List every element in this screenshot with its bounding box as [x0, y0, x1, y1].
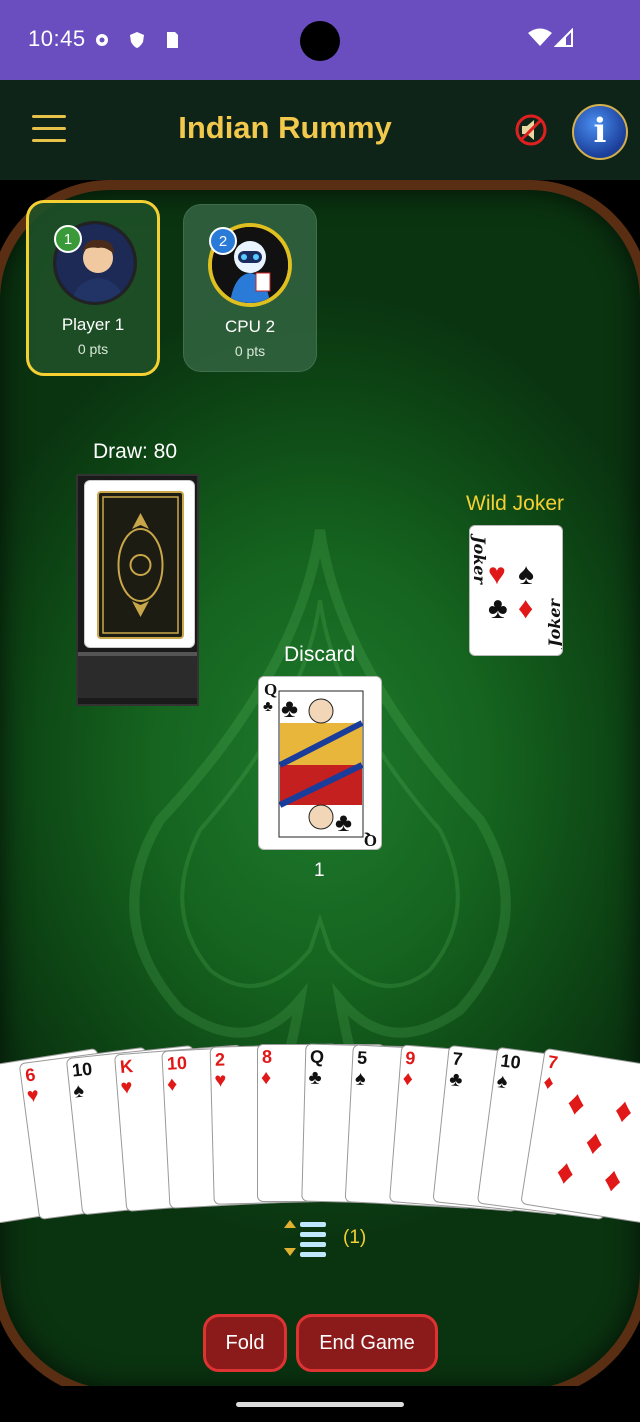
shield-icon — [130, 32, 144, 48]
draw-pile-top-card[interactable] — [84, 480, 195, 648]
discard-pile-label: Discard — [284, 643, 356, 666]
player-hand: 4♥6♥10♠K♥10♦2♥8♦Q♣5♠9♦7♣10♠7♦♦♦♦♦♦ — [0, 1020, 640, 1224]
svg-text:♥: ♥ — [488, 558, 506, 591]
sort-count: (1) — [343, 1227, 367, 1248]
hand-card-suit: ♥ — [213, 1069, 227, 1093]
hand-card-suit: ♠ — [495, 1069, 509, 1093]
player-panel-2[interactable]: 2 CPU 2 0 pts — [183, 204, 317, 372]
hand-card-suit: ♦ — [401, 1067, 414, 1091]
hand-card-suit: ♣ — [307, 1066, 322, 1090]
hand-card-rank: Q — [309, 1046, 324, 1068]
sound-muted-icon[interactable] — [514, 113, 548, 147]
hand-card-pip: ♦ — [553, 1152, 577, 1193]
settings-icon — [96, 34, 108, 46]
info-icon: i — [593, 111, 607, 151]
hand-card-suit: ♦ — [261, 1067, 272, 1089]
draw-pile-label: Draw: 80 — [93, 440, 178, 463]
cpu-2-seat-badge: 2 — [209, 227, 237, 255]
discard-pile-top-card[interactable]: Q ♣ ♣ ♣ Q — [258, 676, 382, 850]
svg-text:♣: ♣ — [263, 698, 273, 715]
svg-text:Q: Q — [364, 831, 377, 850]
hand-card-rank: 6 — [23, 1064, 37, 1086]
home-gesture-handle[interactable] — [236, 1402, 404, 1407]
hand-card-suit: ♠ — [72, 1079, 86, 1103]
hand-card-suit: ♠ — [354, 1067, 367, 1090]
player-1-seat-badge: 1 — [54, 225, 82, 253]
fold-button[interactable]: Fold — [203, 1314, 287, 1372]
draw-pile[interactable] — [76, 474, 199, 706]
svg-text:Joker: Joker — [545, 597, 563, 650]
svg-text:♣: ♣ — [281, 693, 298, 723]
app-title: Indian Rummy — [178, 110, 392, 145]
wild-joker-card: Joker Joker ♥ ♠ ♣ ♦ — [469, 525, 563, 656]
hand-card-pip: ♦ — [564, 1083, 588, 1124]
hand-card-rank: 7 — [451, 1048, 464, 1070]
hand-card-rank: 10 — [166, 1052, 188, 1074]
status-bar: 10:45 — [0, 0, 640, 80]
camera-cutout — [300, 21, 340, 61]
svg-text:♣: ♣ — [335, 807, 352, 837]
cpu-2-name: CPU 2 — [224, 317, 276, 336]
navigation-bar — [0, 1386, 640, 1422]
hand-card-suit: ♥ — [119, 1076, 133, 1100]
hand-card-rank: 5 — [356, 1047, 368, 1068]
wild-joker-label: Wild Joker — [466, 492, 565, 515]
hand-card-rank: 2 — [214, 1049, 225, 1071]
end-game-button[interactable]: End Game — [296, 1314, 438, 1372]
cellular-signal-icon — [554, 28, 573, 47]
svg-text:♣: ♣ — [488, 592, 508, 625]
player-1-name: Player 1 — [61, 315, 125, 334]
hand-card-rank: 8 — [262, 1047, 273, 1067]
sim-card-icon — [167, 32, 178, 48]
hand-card-pip: ♦ — [612, 1090, 636, 1132]
cpu-2-points: 0 pts — [234, 343, 266, 359]
wifi-icon — [528, 28, 552, 46]
sort-hand-button[interactable] — [282, 1218, 328, 1258]
draw-pile-stand — [78, 652, 197, 698]
info-button[interactable]: i — [572, 104, 628, 160]
svg-text:♠: ♠ — [518, 558, 534, 591]
svg-text:♦: ♦ — [518, 592, 533, 625]
hand-card-pip: ♦ — [582, 1122, 606, 1163]
discard-card-rank: Q — [264, 680, 277, 699]
player-1-points: 0 pts — [77, 341, 109, 357]
discard-pile-count: 1 — [314, 860, 325, 881]
hand-card-rank: 10 — [71, 1058, 94, 1081]
status-time: 10:45 — [28, 26, 86, 51]
hand-card-pip: ♦ — [601, 1159, 625, 1201]
card-back-pattern — [97, 491, 184, 639]
player-panel-1[interactable]: 1 Player 1 0 pts — [26, 200, 160, 376]
hand-card-suit: ♦ — [541, 1071, 556, 1095]
hand-card-rank: 9 — [404, 1047, 416, 1069]
hand-card-rank: 7 — [546, 1051, 560, 1073]
hand-card-suit: ♥ — [25, 1083, 40, 1108]
svg-text:Joker: Joker — [470, 533, 489, 586]
hand-card-suit: ♦ — [166, 1072, 178, 1096]
hand-card-suit: ♣ — [448, 1068, 464, 1092]
hand-card-rank: K — [118, 1056, 134, 1078]
